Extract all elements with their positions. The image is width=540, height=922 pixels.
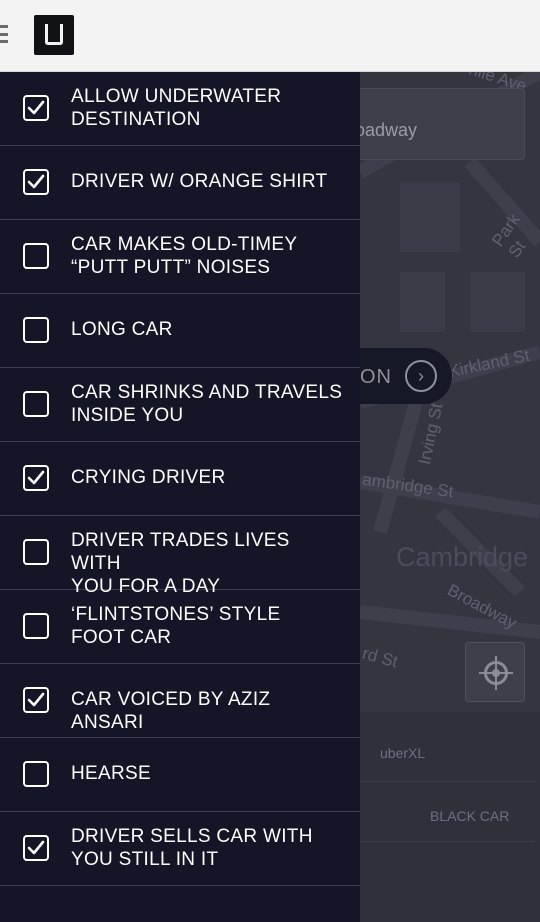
- checkbox-checked[interactable]: [23, 169, 49, 195]
- option-row[interactable]: LONG CAR: [0, 294, 360, 368]
- destination-text: oadway: [355, 120, 418, 140]
- top-bar: [0, 0, 540, 72]
- option-label: LONG CAR: [71, 319, 173, 340]
- checkbox-checked[interactable]: [23, 465, 49, 491]
- option-label: CAR MAKES OLD-TIMEY “PUTT PUTT” NOISES: [71, 234, 298, 278]
- option-label: CRYING DRIVER: [71, 467, 226, 488]
- checkbox-checked[interactable]: [23, 687, 49, 713]
- option-row[interactable]: CRYING DRIVER: [0, 442, 360, 516]
- option-row[interactable]: DRIVER SELLS CAR WITH YOU STILL IN IT: [0, 812, 360, 886]
- option-row[interactable]: HEARSE: [0, 738, 360, 812]
- option-row[interactable]: CAR SHRINKS AND TRAVELS INSIDE YOU: [0, 368, 360, 442]
- option-row[interactable]: ‘FLINTSTONES’ STYLE FOOT CAR: [0, 590, 360, 664]
- option-label: HEARSE: [71, 763, 151, 784]
- checkmark-icon: [27, 692, 45, 707]
- option-row[interactable]: DRIVER TRADES LIVES WITH YOU FOR A DAY: [0, 516, 360, 597]
- option-row[interactable]: CAR VOICED BY AZIZ ANSARI: [0, 664, 360, 738]
- option-label: CAR VOICED BY AZIZ ANSARI: [71, 689, 271, 733]
- option-label: CAR SHRINKS AND TRAVELS INSIDE YOU: [71, 382, 343, 426]
- options-drawer: ALLOW UNDERWATER DESTINATION DRIVER W/ OR…: [0, 72, 360, 922]
- checkbox-unchecked[interactable]: [23, 613, 49, 639]
- option-label: ‘FLINTSTONES’ STYLE FOOT CAR: [71, 604, 281, 648]
- city-label: Cambridge: [396, 542, 529, 572]
- option-label: DRIVER W/ ORANGE SHIRT: [71, 171, 328, 192]
- hamburger-icon[interactable]: [0, 25, 8, 47]
- checkmark-icon: [27, 840, 45, 855]
- chevron-right-icon: ›: [405, 360, 437, 392]
- checkbox-unchecked[interactable]: [23, 243, 49, 269]
- option-label: ALLOW UNDERWATER DESTINATION: [71, 86, 282, 130]
- checkbox-checked[interactable]: [23, 95, 49, 121]
- checkbox-unchecked[interactable]: [23, 317, 49, 343]
- option-label: DRIVER SELLS CAR WITH YOU STILL IN IT: [71, 826, 313, 870]
- checkmark-icon: [27, 470, 45, 485]
- checkbox-unchecked[interactable]: [23, 391, 49, 417]
- checkmark-icon: [27, 100, 45, 115]
- checkbox-unchecked[interactable]: [23, 539, 49, 565]
- ride-option-label: uberXL: [380, 745, 426, 761]
- set-pickup-label: ON: [360, 366, 392, 388]
- option-row[interactable]: CAR MAKES OLD-TIMEY “PUTT PUTT” NOISES: [0, 220, 360, 294]
- option-row[interactable]: ALLOW UNDERWATER DESTINATION: [0, 72, 360, 146]
- ride-option-label: BLACK CAR: [430, 808, 510, 824]
- checkbox-unchecked[interactable]: [23, 761, 49, 787]
- option-label: DRIVER TRADES LIVES WITH YOU FOR A DAY: [71, 530, 290, 597]
- uber-logo-icon[interactable]: [34, 15, 74, 55]
- checkbox-checked[interactable]: [23, 835, 49, 861]
- option-row[interactable]: DRIVER W/ ORANGE SHIRT: [0, 146, 360, 220]
- my-location-button[interactable]: [465, 642, 525, 702]
- checkmark-icon: [27, 174, 45, 189]
